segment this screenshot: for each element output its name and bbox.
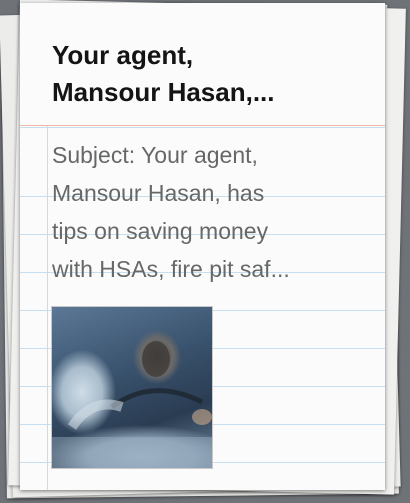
note-title: Your agent, Mansour Hasan,...	[52, 40, 275, 107]
title-divider	[20, 125, 385, 126]
note-card[interactable]: Your agent, Mansour Hasan,... Subject: Y…	[20, 3, 385, 490]
attachment-thumbnail[interactable]	[51, 306, 213, 469]
notes-stack[interactable]: Your agent, Mansour Hasan,... Subject: Y…	[0, 0, 410, 503]
thumbnail-photo	[52, 341, 212, 468]
note-snippet: Subject: Your agent, Mansour Hasan, has …	[52, 142, 290, 282]
